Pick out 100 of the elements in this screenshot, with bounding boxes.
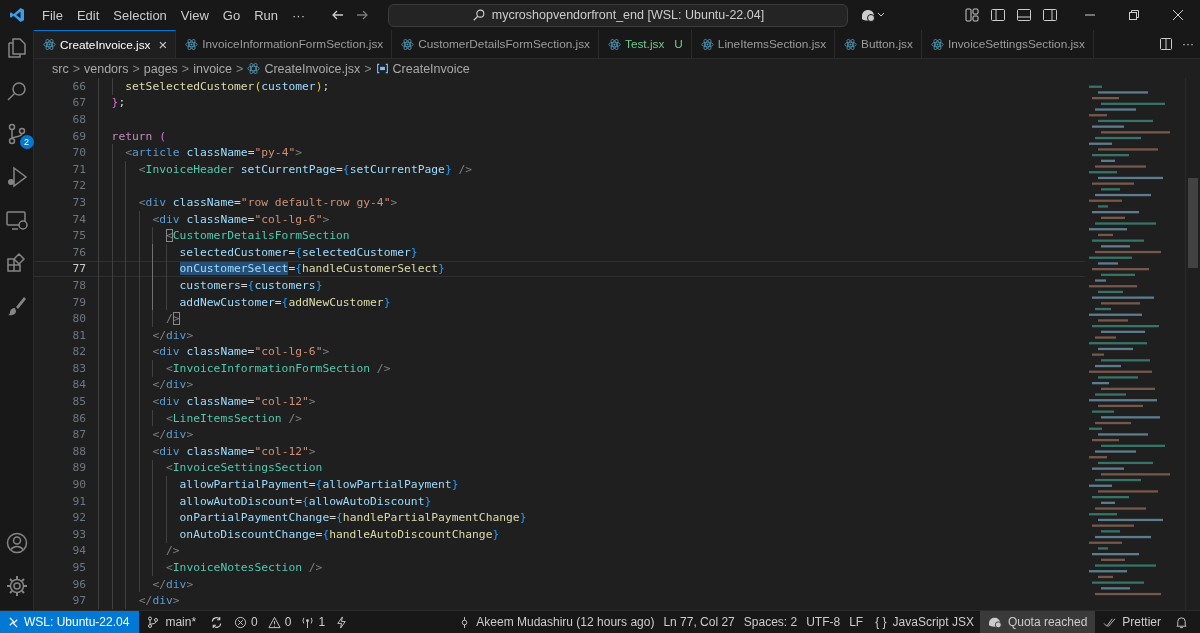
editor-tab[interactable]: CustomerDetailsFormSection.jsx	[392, 30, 599, 58]
menu-item[interactable]: File	[35, 7, 70, 23]
line-number: 72	[71, 179, 87, 193]
notifications-icon[interactable]	[1175, 615, 1188, 629]
copilot-icon[interactable]	[860, 7, 886, 23]
react-file-icon	[700, 37, 714, 51]
scrollbar-thumb[interactable]	[1188, 178, 1198, 268]
editor-tab[interactable]: InvoiceSettingsSection.jsx	[921, 30, 1094, 58]
code-line: </div>	[138, 594, 180, 608]
line-number: 92	[71, 511, 87, 525]
branch-icon[interactable]	[147, 616, 160, 628]
remote-indicator[interactable]: WSL: Ubuntu-22.04	[0, 611, 140, 633]
line-number: 71	[71, 162, 87, 176]
code-line: </div>	[152, 428, 194, 442]
layout-icon[interactable]	[964, 7, 980, 23]
line-number: 84	[71, 378, 87, 392]
line-number: 93	[71, 527, 87, 541]
editor-tab[interactable]: InvoiceInformationFormSection.jsx	[176, 30, 393, 58]
workspace-title: mycroshopvendorfront_end [WSL: Ubuntu-22.04]	[491, 8, 765, 22]
code-line: customers={customers}	[179, 278, 323, 292]
line-number: 75	[71, 229, 87, 243]
menu-item[interactable]: View	[173, 7, 216, 23]
sync-icon[interactable]	[210, 615, 224, 629]
tab-label: InvoiceSettingsSection.jsx	[947, 37, 1085, 51]
command-center[interactable]: mycroshopvendorfront_end [WSL: Ubuntu-22.04]	[388, 3, 848, 27]
count-badge: 2	[19, 135, 34, 149]
code-line: allowAutoDiscount={allowAutoDiscount}	[179, 494, 432, 508]
restore-icon[interactable]	[1126, 7, 1142, 23]
code-line: <InvoiceHeader setCurrentPage={setCurrentPage} />	[138, 162, 473, 176]
close-tab-button[interactable]: ×	[158, 36, 168, 53]
git-status-mark: U	[674, 37, 683, 51]
line-number: 68	[71, 113, 87, 126]
code-line: <div className="col-lg-6">	[152, 345, 330, 359]
copilot-icon	[987, 615, 1003, 629]
breadcrumb-item[interactable]: vendors	[84, 61, 129, 76]
warning-icon[interactable]	[267, 615, 281, 629]
split-editor-icon[interactable]	[1158, 36, 1174, 52]
account-icon[interactable]	[4, 531, 29, 555]
line-number: 94	[71, 544, 87, 558]
breadcrumb-item[interactable]: CreateInvoice	[392, 61, 470, 76]
remote-icon	[8, 616, 19, 628]
panel-toggle-icon[interactable]	[1016, 7, 1032, 23]
line-number: 88	[71, 444, 87, 458]
code-line: onPartialPaymentChange={handlePartialPaymentChange}	[179, 511, 527, 525]
code-line: </div>	[152, 328, 194, 342]
code-line: <InvoiceInformationFormSection />	[165, 361, 391, 375]
language-mode[interactable]: JavaScript JSX	[889, 615, 980, 629]
sidebar-toggle-icon[interactable]	[990, 7, 1006, 23]
double-check-icon[interactable]	[1103, 616, 1117, 628]
editor-tab[interactable]: CreateInvoice.jsx ×	[34, 30, 177, 58]
editor-tab[interactable]: Button.jsx	[835, 30, 922, 58]
menu-item[interactable]: Selection	[106, 7, 174, 23]
menu-item[interactable]: Run	[247, 7, 285, 23]
settings-icon[interactable]	[4, 574, 29, 598]
warning-count[interactable]: 0	[283, 615, 294, 629]
antenna-icon[interactable]	[301, 615, 315, 629]
code-line: </div>	[152, 378, 194, 392]
line-number: 69	[71, 129, 87, 143]
code-line: <div className="row default-row gy-4">	[138, 195, 398, 209]
quota-status[interactable]: Quota reached	[979, 611, 1096, 633]
line-ending-status[interactable]: LF	[846, 615, 870, 629]
git-blame-status[interactable]: Akeem Mudashiru (12 hours ago)	[473, 615, 661, 629]
ports-count[interactable]: 1	[317, 615, 328, 629]
code-line: allowPartialPayment={allowPartialPayment}	[179, 478, 459, 492]
line-number: 96	[71, 577, 87, 591]
editor-tab[interactable]: Test.jsx U	[599, 30, 692, 58]
secondary-sidebar-icon[interactable]	[1042, 7, 1058, 23]
line-number: 87	[71, 428, 87, 442]
branch-name[interactable]: main*	[162, 615, 203, 629]
line-number: 67	[71, 96, 87, 110]
encoding-status[interactable]: UTF-8	[803, 615, 847, 629]
more-actions-button[interactable]: ···	[1182, 37, 1194, 51]
react-file-icon	[608, 37, 621, 51]
breadcrumb-item[interactable]: pages	[143, 61, 178, 76]
line-number: 73	[71, 195, 87, 209]
breadcrumb-separator: >	[181, 61, 190, 76]
breadcrumb-item[interactable]: src	[52, 61, 69, 76]
code-line: onAutoDiscountChange={handleAutoDiscountChange}	[179, 527, 500, 541]
breadcrumb-item[interactable]: invoice	[193, 61, 233, 76]
close-icon[interactable]	[1170, 7, 1186, 23]
monitor-icon[interactable]	[4, 208, 29, 232]
editor-tab[interactable]: LineItemsSection.jsx	[691, 30, 836, 58]
menu-item[interactable]: ···	[285, 7, 312, 23]
cursor-position[interactable]: Ln 77, Col 27	[660, 615, 741, 629]
breadcrumb-separator: >	[364, 61, 372, 76]
line-number: 86	[71, 411, 87, 425]
breadcrumb-item[interactable]: CreateInvoice.jsx	[264, 61, 361, 76]
line-number: 83	[71, 361, 87, 375]
braces-icon[interactable]: { }	[869, 615, 890, 629]
formatter-status[interactable]: Prettier	[1119, 615, 1167, 629]
lightning-icon[interactable]	[335, 615, 349, 629]
line-number: 66	[71, 79, 87, 93]
indentation-status[interactable]: Spaces: 2	[740, 615, 804, 629]
code-line: <div className="col-12">	[152, 395, 316, 409]
line-number: 95	[71, 561, 87, 574]
menu-item[interactable]: Go	[215, 7, 248, 23]
error-count[interactable]: 0	[250, 615, 260, 629]
react-file-icon	[930, 37, 944, 51]
menu-item[interactable]: Edit	[69, 7, 107, 23]
error-icon[interactable]	[234, 615, 248, 629]
